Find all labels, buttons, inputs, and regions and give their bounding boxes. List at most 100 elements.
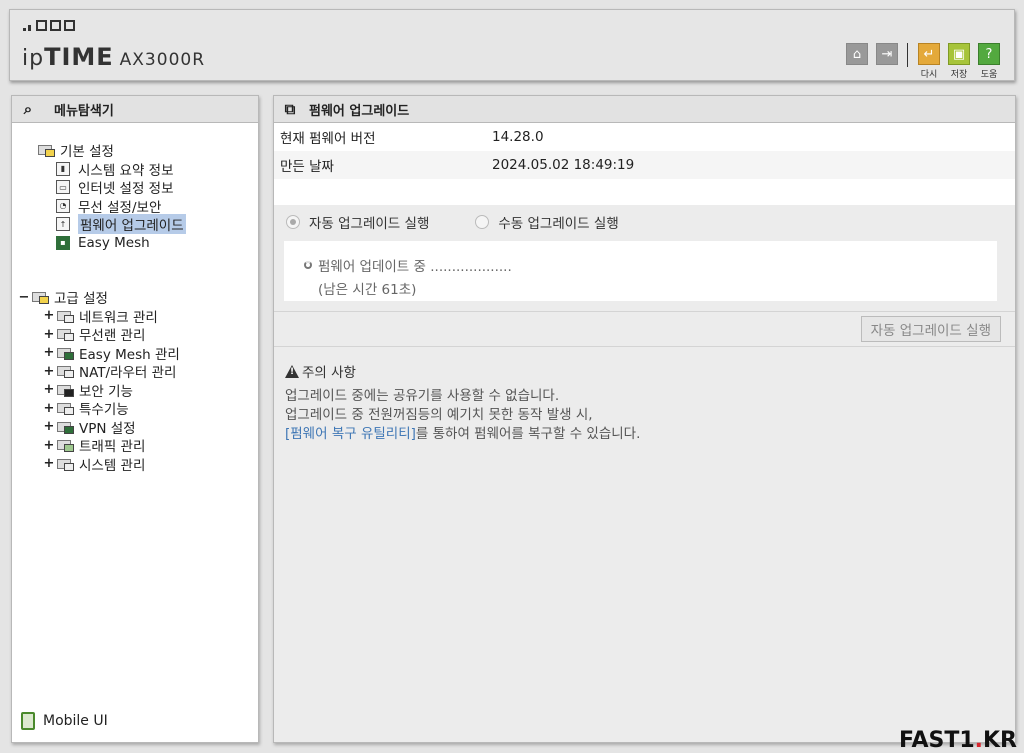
undo-button[interactable]: ↵ 다시 bbox=[918, 43, 940, 80]
menu-item-easy-mesh[interactable]: ▪ Easy Mesh bbox=[18, 234, 258, 253]
mesh-folder-icon bbox=[55, 346, 75, 360]
menu-item-label: 시스템 요약 정보 bbox=[78, 162, 174, 179]
caution-line-3: 를 통하여 펌웨어를 복구할 수 있습니다. bbox=[415, 426, 641, 442]
radio-auto-label: 자동 업그레이드 실행 bbox=[309, 216, 430, 232]
menu-item-wireless-security[interactable]: ◔ 무선 설정/보안 bbox=[18, 197, 258, 216]
magnifier-icon: ⌕ bbox=[23, 100, 33, 118]
menu-item-firmware-upgrade[interactable]: ↑ 펌웨어 업그레이드 bbox=[18, 214, 258, 235]
window-icon: ⧉ bbox=[284, 100, 296, 118]
undo-icon[interactable]: ↵ bbox=[918, 43, 940, 65]
expand-plus-icon[interactable]: + bbox=[43, 438, 55, 453]
expand-plus-icon[interactable]: + bbox=[43, 327, 55, 342]
caution-line-1: 업그레이드 중에는 공유기를 사용할 수 없습니다. bbox=[285, 388, 560, 404]
menu-item-system-summary[interactable]: ▮ 시스템 요약 정보 bbox=[18, 160, 258, 179]
radio-manual-label: 수동 업그레이드 실행 bbox=[498, 216, 619, 232]
folder-icon bbox=[36, 143, 56, 158]
tree-group-basic[interactable]: 기본 설정 bbox=[18, 141, 258, 160]
date-label: 만든 날짜 bbox=[280, 159, 334, 175]
menu-item-security[interactable]: + 보안 기능 bbox=[18, 381, 258, 400]
firmware-info-table: 현재 펌웨어 버전 14.28.0 만든 날짜 2024.05.02 18:49… bbox=[274, 123, 1015, 205]
special-folder-icon bbox=[55, 401, 75, 416]
save-icon[interactable]: ▣ bbox=[948, 43, 970, 65]
spinner-icon bbox=[304, 261, 312, 269]
menu-item-label: Easy Mesh bbox=[78, 234, 150, 251]
expand-plus-icon[interactable]: + bbox=[43, 364, 55, 379]
model-name: AX3000R bbox=[119, 50, 206, 70]
collapse-toggle[interactable]: − bbox=[18, 290, 30, 305]
expand-plus-icon[interactable]: + bbox=[43, 401, 55, 416]
home-icon[interactable]: ⌂ bbox=[846, 43, 868, 65]
mesh-icon: ▪ bbox=[56, 235, 70, 250]
menu-item-label-selected: 펌웨어 업그레이드 bbox=[78, 214, 186, 235]
menu-item-label: 시스템 관리 bbox=[79, 457, 146, 474]
undo-label: 다시 bbox=[920, 70, 938, 80]
wifi-folder-icon bbox=[55, 327, 75, 342]
traffic-folder-icon bbox=[55, 438, 75, 453]
caution-title: 주의 사항 bbox=[302, 365, 356, 381]
save-button[interactable]: ▣ 저장 bbox=[948, 43, 970, 80]
menu-item-network[interactable]: + 네트워크 관리 bbox=[18, 307, 258, 326]
logo-time: TIME bbox=[44, 43, 114, 71]
firmware-panel: ⧉ 펌웨어 업그레이드 현재 펌웨어 버전 14.28.0 만든 날짜 2024… bbox=[273, 95, 1016, 743]
warning-icon: ! bbox=[285, 364, 299, 378]
help-icon[interactable]: ? bbox=[978, 43, 1000, 65]
auto-upgrade-button[interactable]: 자동 업그레이드 실행 bbox=[860, 316, 1001, 342]
phone-icon bbox=[21, 712, 35, 730]
info-row-date: 만든 날짜 2024.05.02 18:49:19 bbox=[274, 151, 1015, 179]
menu-item-label: VPN 설정 bbox=[79, 420, 136, 437]
radio-auto-upgrade[interactable]: 자동 업그레이드 실행 bbox=[286, 212, 429, 232]
menu-item-easymesh-manage[interactable]: + Easy Mesh 관리 bbox=[18, 344, 258, 363]
action-row: 자동 업그레이드 실행 bbox=[274, 312, 1015, 346]
menu-item-nat-router[interactable]: + NAT/라우터 관리 bbox=[18, 362, 258, 382]
menu-explorer-title: 메뉴탐색기 bbox=[54, 103, 114, 119]
mobile-ui-label: Mobile UI bbox=[43, 713, 108, 729]
remaining-time: (남은 시간 61초) bbox=[318, 282, 417, 298]
watermark: FAST1.KR bbox=[899, 728, 1017, 753]
menu-explorer-header: ⌕ 메뉴탐색기 bbox=[12, 96, 258, 123]
menu-item-system-manage[interactable]: + 시스템 관리 bbox=[18, 455, 258, 474]
vpn-folder-icon bbox=[55, 420, 75, 434]
lock-folder-icon bbox=[55, 383, 75, 397]
menu-item-special[interactable]: + 특수기능 bbox=[18, 399, 258, 419]
tree-group-label: 고급 설정 bbox=[54, 291, 108, 308]
upgrade-icon: ↑ bbox=[56, 217, 70, 232]
menu-item-label: 특수기능 bbox=[79, 402, 129, 419]
firmware-panel-header: ⧉ 펌웨어 업그레이드 bbox=[274, 96, 1015, 123]
wifi-icon: ◔ bbox=[56, 198, 70, 213]
upgrade-mode-radios: 자동 업그레이드 실행 수동 업그레이드 실행 bbox=[274, 205, 1015, 239]
help-button[interactable]: ? 도움 bbox=[978, 43, 1000, 80]
save-label: 저장 bbox=[950, 70, 968, 80]
mobile-ui-link[interactable]: Mobile UI bbox=[21, 712, 108, 730]
system-folder-icon bbox=[55, 457, 75, 471]
menu-item-label: 네트워크 관리 bbox=[79, 309, 158, 326]
logout-icon[interactable]: ⇥ bbox=[876, 43, 898, 65]
page-title: 펌웨어 업그레이드 bbox=[309, 103, 410, 119]
menu-item-label: 보안 기능 bbox=[79, 383, 133, 400]
progress-status: 펌웨어 업데이트 중 ................... bbox=[318, 259, 512, 275]
menu-item-label: 트래픽 관리 bbox=[79, 439, 146, 456]
radio-circle-checked[interactable] bbox=[286, 215, 300, 229]
caution-section: ! 주의 사항 업그레이드 중에는 공유기를 사용할 수 없습니다. 업그레이드… bbox=[274, 346, 1015, 444]
expand-plus-icon[interactable]: + bbox=[43, 345, 55, 360]
expand-plus-icon[interactable]: + bbox=[43, 382, 55, 397]
expand-plus-icon[interactable]: + bbox=[43, 308, 55, 323]
radio-circle[interactable] bbox=[475, 215, 490, 229]
recovery-utility-link[interactable]: [펌웨어 복구 유틸리티] bbox=[285, 426, 416, 442]
menu-item-vpn[interactable]: + VPN 설정 bbox=[18, 418, 258, 437]
menu-item-traffic[interactable]: + 트래픽 관리 bbox=[18, 436, 258, 456]
router-folder-icon bbox=[55, 364, 75, 379]
menu-item-internet-info[interactable]: ▭ 인터넷 설정 정보 bbox=[18, 178, 258, 197]
expand-plus-icon[interactable]: + bbox=[43, 456, 55, 471]
tree-group-label: 기본 설정 bbox=[60, 144, 114, 161]
menu-item-label: NAT/라우터 관리 bbox=[79, 365, 177, 382]
watermark-text: FAST1 bbox=[898, 728, 975, 753]
radio-manual-upgrade[interactable]: 수동 업그레이드 실행 bbox=[475, 212, 619, 232]
info-row-version: 현재 펌웨어 버전 14.28.0 bbox=[274, 123, 1015, 151]
tree-group-advanced[interactable]: − 고급 설정 bbox=[18, 288, 258, 308]
menu-item-wlan[interactable]: + 무선랜 관리 bbox=[18, 325, 258, 345]
folder-icon bbox=[30, 290, 50, 305]
watermark-dot: . bbox=[974, 728, 983, 753]
expand-plus-icon[interactable]: + bbox=[43, 419, 55, 434]
upgrade-progress-box: 펌웨어 업데이트 중 ................... (남은 시간 61… bbox=[284, 241, 997, 301]
help-label: 도움 bbox=[980, 70, 998, 80]
